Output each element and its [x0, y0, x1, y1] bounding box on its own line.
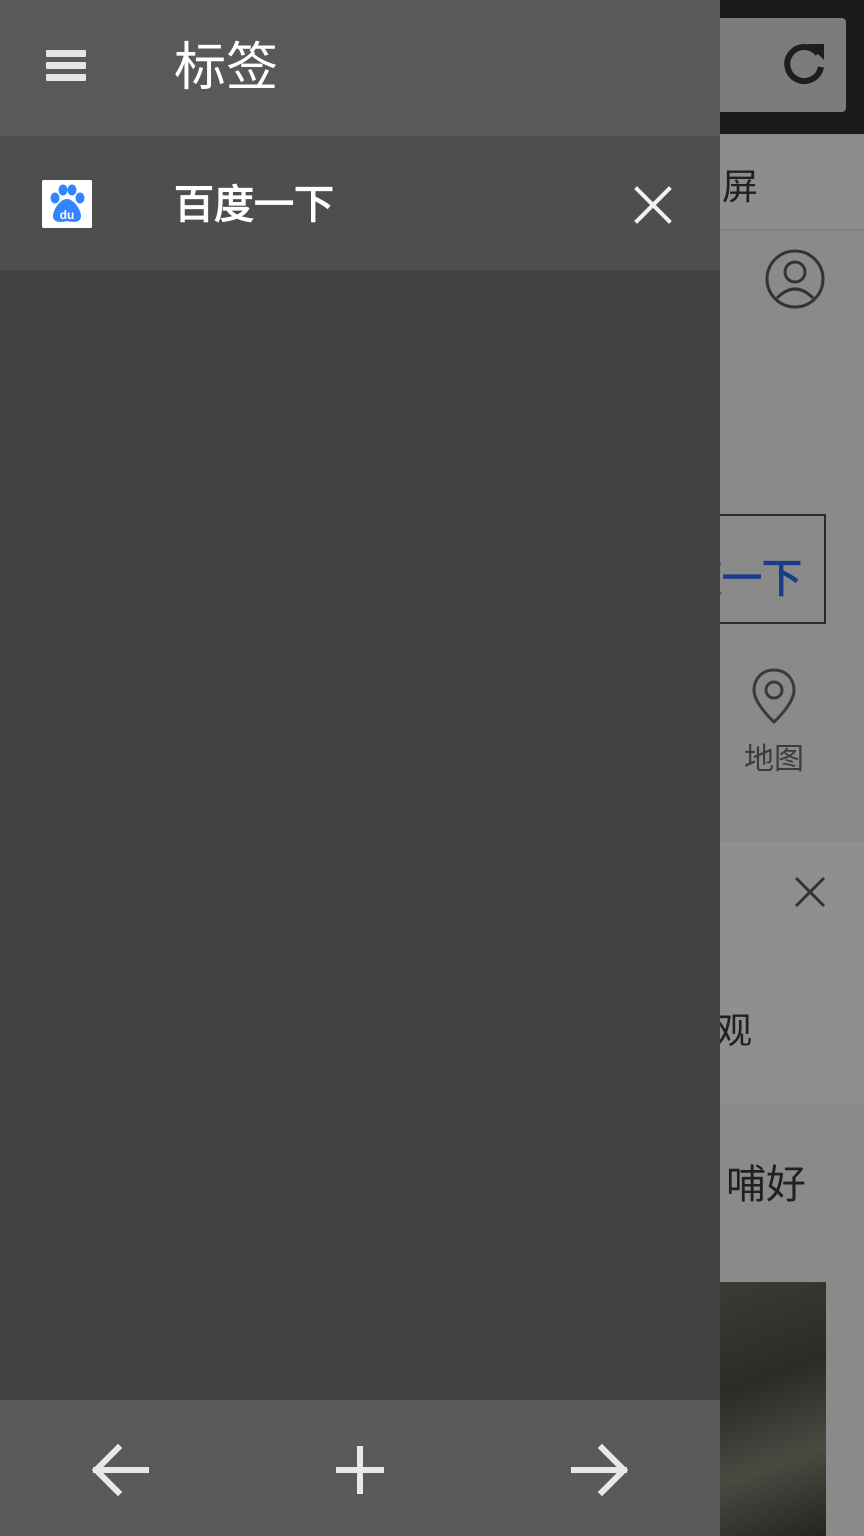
headline-fragment: 哺好: [726, 1162, 806, 1208]
menu-icon[interactable]: [46, 50, 88, 84]
tab-label: 百度一下: [174, 182, 334, 228]
card-close-icon[interactable]: [792, 874, 828, 910]
favicon-text: du: [60, 208, 75, 222]
map-label: 地图: [744, 742, 804, 777]
tabs-drawer: 标签 du 百度一下: [0, 0, 720, 1536]
drawer-title: 标签: [174, 38, 279, 98]
card-text-fragment: 观: [716, 1011, 753, 1052]
plus-icon[interactable]: [330, 1440, 390, 1500]
arrow-left-icon[interactable]: [90, 1440, 150, 1500]
user-avatar-icon[interactable]: [764, 248, 826, 310]
baidu-paw-icon: du: [42, 180, 92, 228]
close-tab-icon[interactable]: [632, 184, 674, 226]
refresh-icon[interactable]: [780, 40, 828, 88]
drawer-header: 标签: [0, 0, 720, 136]
map-pin-icon[interactable]: [748, 666, 800, 726]
arrow-right-icon[interactable]: [570, 1440, 630, 1500]
tab-item[interactable]: [0, 136, 720, 270]
nav-fragment: 屏: [722, 167, 759, 208]
